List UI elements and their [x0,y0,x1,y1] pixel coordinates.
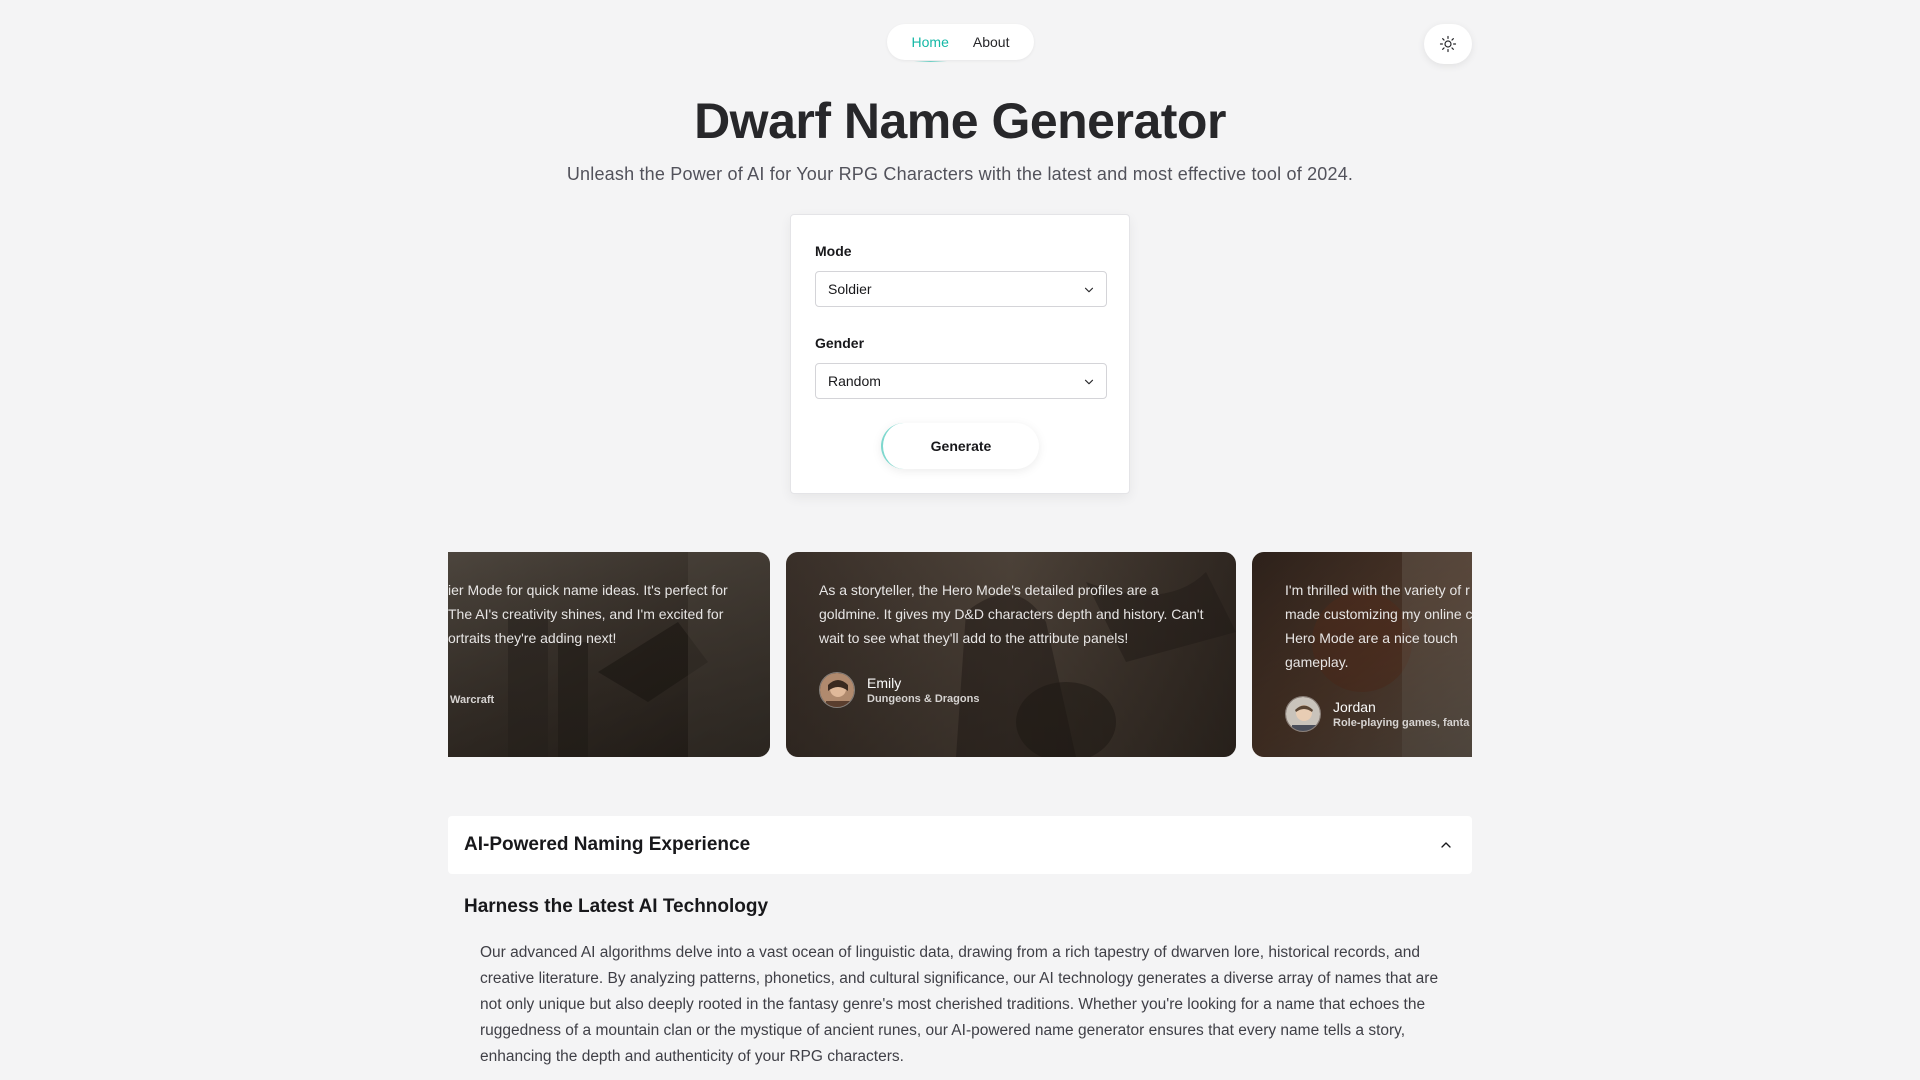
gender-select-value: Random [828,373,881,389]
testimonial-author-subtitle: Dungeons & Dragons [867,693,980,705]
testimonial-card: I'm thrilled with the variety of r made … [1252,552,1472,757]
chevron-down-icon [1084,287,1094,293]
testimonial-author: Warcraft [450,692,494,706]
theme-toggle-button[interactable] [1424,24,1472,64]
chevron-down-icon [1084,379,1094,385]
testimonial-author: Jordan Role-playing games, fanta [1285,696,1469,732]
gender-label: Gender [815,335,865,351]
testimonial-quote: I'm thrilled with the variety of r made … [1285,582,1472,670]
testimonial-quote: ier Mode for quick name ideas. It's perf… [448,582,728,646]
avatar [1285,696,1321,732]
nav-about-link[interactable]: About [973,34,1010,50]
testimonial-author-name: Emily [867,675,902,691]
testimonial-author-name: Jordan [1333,699,1376,715]
generator-form: Mode Soldier Gender Random Generate [790,214,1130,494]
testimonial-author-subtitle: Warcraft [450,694,495,706]
top-nav: Home About [887,24,1034,62]
chevron-up-icon [1441,842,1451,848]
accordion-header[interactable]: AI-Powered Naming Experience [448,816,1472,874]
testimonial-author: Emily Dungeons & Dragons [819,672,979,708]
sun-icon [1439,35,1457,53]
nav-home-link[interactable]: Home [912,34,949,62]
section-heading: Harness the Latest AI Technology [464,896,769,917]
page: Home About Dwarf Name Generator Unleash … [0,0,1920,1080]
testimonial-quote: As a storyteller, the Hero Mode's detail… [819,582,1204,646]
testimonial-carousel[interactable]: ier Mode for quick name ideas. It's perf… [448,552,1472,757]
page-title: Dwarf Name Generator [694,93,1226,149]
mode-select[interactable]: Soldier [815,271,1107,307]
generate-button[interactable]: Generate [881,423,1039,469]
avatar [819,672,855,708]
gender-select[interactable]: Random [815,363,1107,399]
testimonial-card: ier Mode for quick name ideas. It's perf… [448,552,770,757]
testimonial-author-subtitle: Role-playing games, fanta [1333,717,1470,729]
page-subtitle: Unleash the Power of AI for Your RPG Cha… [566,164,1354,184]
accordion-title: AI-Powered Naming Experience [464,834,751,855]
testimonial-card: As a storyteller, the Hero Mode's detail… [786,552,1236,757]
mode-select-value: Soldier [828,281,872,297]
mode-label: Mode [815,243,852,259]
section-paragraph: Our advanced AI algorithms delve into a … [480,944,1439,1065]
